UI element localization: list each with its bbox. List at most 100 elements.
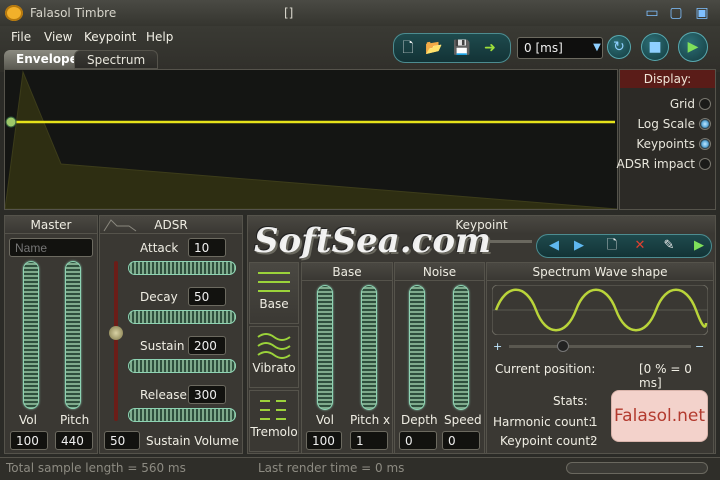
delete-keypoint-icon[interactable]: ✕ <box>629 236 651 256</box>
tremolo-wave-label: Tremolo <box>250 425 298 439</box>
base-title: Base <box>302 263 392 281</box>
refresh-icon[interactable]: ↻ <box>607 35 631 59</box>
keypoint-count-value: 2 <box>590 434 598 448</box>
noise-depth-slider[interactable] <box>409 285 425 410</box>
noise-speed-field[interactable]: 0 <box>442 431 480 450</box>
sustain-volume-field[interactable]: 50 <box>104 431 140 450</box>
base-panel: Base Vol Pitch x 100 1 <box>301 262 393 454</box>
decay-field[interactable]: 50 <box>188 287 226 306</box>
menu-view[interactable]: View <box>44 30 72 44</box>
base-vol-label: Vol <box>316 413 334 427</box>
sustain-volume-knob[interactable] <box>109 326 123 340</box>
title-bar: Falasol Timbre [] ▭ ▢ ▣ <box>0 0 720 26</box>
release-field[interactable]: 300 <box>188 385 226 404</box>
sustain-volume-label: Sustain Volume <box>146 434 239 448</box>
zoom-out-icon[interactable]: − <box>695 340 704 353</box>
master-title: Master <box>5 216 97 234</box>
total-length-status: Total sample length = 560 ms <box>6 461 186 475</box>
menu-keypoint[interactable]: Keypoint <box>84 30 136 44</box>
sustain-slider[interactable] <box>128 359 236 373</box>
tab-spectrum[interactable]: Spectrum <box>74 50 159 69</box>
open-folder-icon[interactable]: 📂 <box>423 37 445 59</box>
base-pitch-field[interactable]: 1 <box>350 431 388 450</box>
add-keypoint-icon[interactable]: 🗋 <box>601 236 623 256</box>
play-button[interactable]: ▶ <box>678 32 708 62</box>
base-wave-button[interactable]: Base <box>249 262 299 324</box>
option-keypoints-label: Keypoints <box>636 137 695 151</box>
window-title: Falasol Timbre <box>30 6 117 20</box>
option-grid-radio[interactable] <box>699 98 711 110</box>
envelope-svg <box>5 70 617 209</box>
maximize-icon[interactable]: ▢ <box>666 3 686 23</box>
option-keypoints-radio[interactable] <box>699 138 711 150</box>
position-slider-track[interactable] <box>509 345 691 348</box>
option-adsr-impact-label: ADSR impact <box>616 157 695 171</box>
current-position-label: Current position: <box>495 362 596 376</box>
option-log-scale-label: Log Scale <box>637 117 695 131</box>
master-vol-field[interactable]: 100 <box>10 431 48 450</box>
new-file-icon[interactable]: 🗋 <box>397 37 419 59</box>
menu-file[interactable]: File <box>11 30 31 44</box>
file-toolbar: 🗋 📂 💾 ➜ <box>393 33 511 63</box>
close-icon[interactable]: ▣ <box>692 3 712 23</box>
master-pitch-label: Pitch <box>60 413 90 427</box>
adsr-panel: ADSR Attack 10 Decay 50 Sustain 200 Rele… <box>99 215 243 454</box>
vibrato-wave-icon <box>257 333 291 359</box>
noise-panel: Noise Depth Speed 0 0 <box>394 262 485 454</box>
release-slider[interactable] <box>128 408 236 422</box>
position-slider-thumb[interactable] <box>557 340 569 352</box>
keypoint-count-label: Keypoint count: <box>500 434 595 448</box>
sustain-label: Sustain <box>140 339 185 353</box>
option-adsr-impact-radio[interactable] <box>699 158 711 170</box>
status-scrollbar[interactable] <box>566 462 708 474</box>
noise-depth-field[interactable]: 0 <box>399 431 437 450</box>
base-vol-field[interactable]: 100 <box>306 431 342 450</box>
master-pitch-slider[interactable] <box>65 261 81 409</box>
spectrum-title: Spectrum Wave shape <box>487 263 713 281</box>
noise-speed-slider[interactable] <box>453 285 469 410</box>
play-keypoint-icon[interactable]: ▶ <box>688 236 710 256</box>
base-wave-icon <box>258 272 290 292</box>
previous-keypoint-icon[interactable]: ◀ <box>543 236 565 256</box>
name-input[interactable] <box>9 238 93 257</box>
chevron-down-icon[interactable]: ▼ <box>590 37 604 59</box>
envelope-graph[interactable] <box>4 69 618 210</box>
sustain-field[interactable]: 200 <box>188 336 226 355</box>
master-panel: Master Vol Pitch 100 440 <box>4 215 98 454</box>
status-bar: Total sample length = 560 ms Last render… <box>0 457 720 480</box>
tremolo-wave-icon <box>260 400 286 420</box>
render-time-status: Last render time = 0 ms <box>258 461 405 475</box>
vibrato-wave-button[interactable]: Vibrato <box>249 326 299 388</box>
noise-title: Noise <box>395 263 484 281</box>
base-wave-label: Base <box>259 297 289 311</box>
export-arrow-icon[interactable]: ➜ <box>479 37 501 59</box>
decay-slider[interactable] <box>128 310 236 324</box>
menu-help[interactable]: Help <box>146 30 173 44</box>
master-vol-slider[interactable] <box>23 261 39 409</box>
next-keypoint-icon[interactable]: ▶ <box>568 236 590 256</box>
tremolo-wave-button[interactable]: Tremolo <box>249 390 299 452</box>
watermark-text: SoftSea.com <box>254 221 491 261</box>
attack-slider[interactable] <box>128 261 236 275</box>
save-disk-icon[interactable]: 💾 <box>451 37 473 59</box>
base-vol-slider[interactable] <box>317 285 333 410</box>
minimize-icon[interactable]: ▭ <box>642 3 662 23</box>
adsr-shape-icon <box>103 219 137 232</box>
app-logo-icon <box>5 5 23 21</box>
decay-label: Decay <box>140 290 178 304</box>
option-grid-label: Grid <box>669 97 695 111</box>
attack-field[interactable]: 10 <box>188 238 226 257</box>
keypoint-marker[interactable] <box>5 116 17 128</box>
master-pitch-field[interactable]: 440 <box>55 431 93 450</box>
stats-label: Stats: <box>553 394 588 408</box>
stop-button[interactable]: ■ <box>641 33 669 61</box>
zoom-in-icon[interactable]: + <box>493 340 502 353</box>
edit-keypoint-icon[interactable]: ✎ <box>658 236 680 256</box>
base-pitch-slider[interactable] <box>361 285 377 410</box>
falasol-logo[interactable]: Falasol.net <box>611 390 708 442</box>
adsr-envelope-shape <box>5 72 617 209</box>
option-log-scale-radio[interactable] <box>699 118 711 130</box>
noise-speed-label: Speed <box>444 413 482 427</box>
sustain-volume-track[interactable] <box>114 261 118 421</box>
harmonic-count-value: 1 <box>590 415 598 429</box>
